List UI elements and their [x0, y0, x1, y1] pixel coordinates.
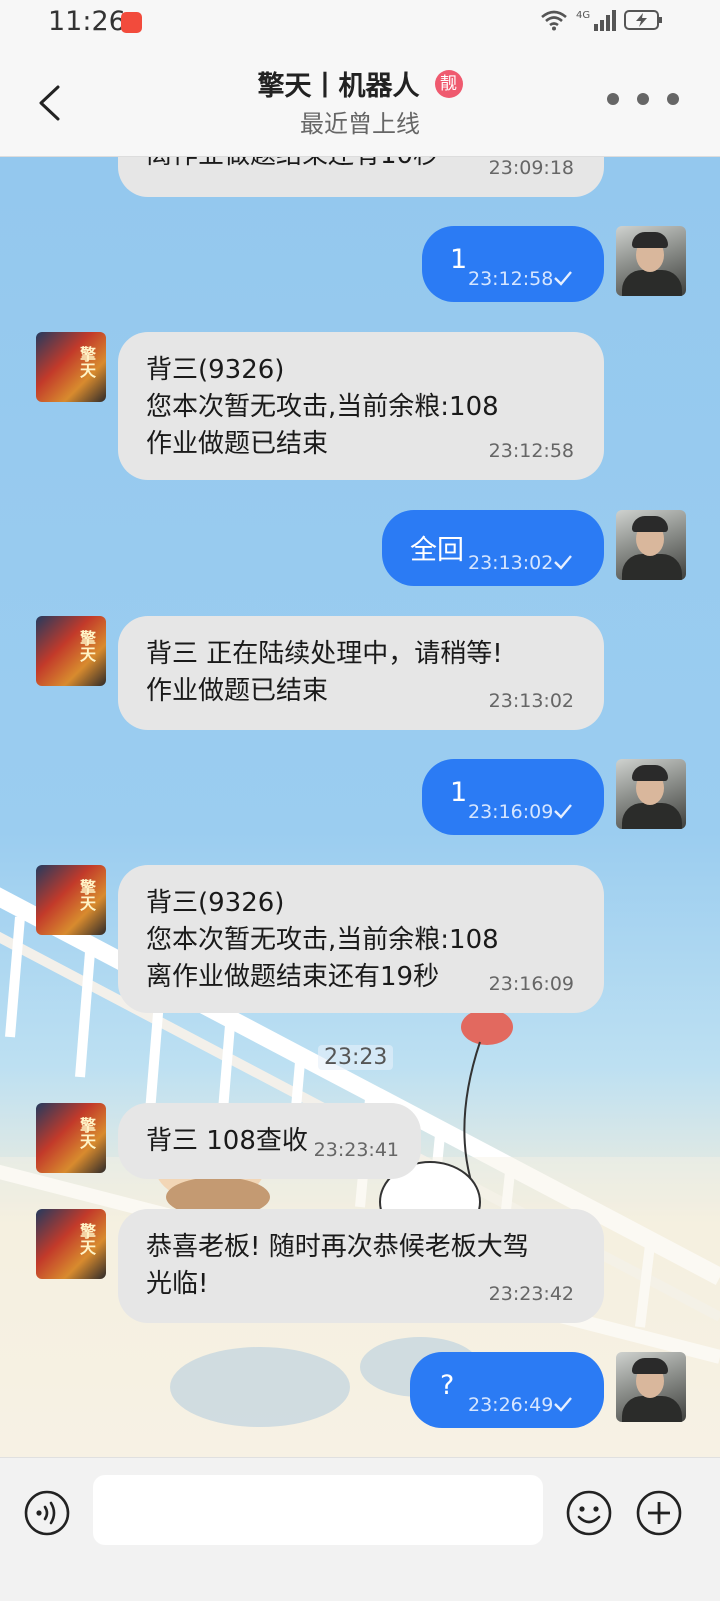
- incoming-message-bubble[interactable]: 恭喜老板! 随时再次恭候老板大驾 光临! 23:23:42: [118, 1209, 604, 1323]
- wifi-icon: [541, 10, 567, 31]
- chat-header: 擎天丨机器人 靓 最近曾上线: [0, 46, 720, 157]
- outgoing-message-bubble[interactable]: ? 23:26:49: [410, 1352, 604, 1428]
- outgoing-message-bubble[interactable]: 全回 23:13:02: [382, 510, 604, 586]
- check-icon: [554, 271, 572, 286]
- avatar-label: 擎天: [77, 346, 96, 378]
- avatar-label: 擎天: [77, 1117, 96, 1149]
- check-icon: [554, 555, 572, 570]
- message-time: 23:13:02: [468, 552, 554, 574]
- message-time: 23:12:58: [468, 268, 554, 290]
- bot-avatar[interactable]: 擎天: [36, 865, 106, 935]
- emoji-icon[interactable]: [566, 1490, 612, 1536]
- message-text: 背三 正在陆续处理中，请稍等!: [146, 639, 503, 669]
- user-avatar[interactable]: [616, 226, 686, 296]
- avatar-label: 擎天: [77, 879, 96, 911]
- message-time: 23:13:02: [488, 690, 574, 712]
- outgoing-message-bubble[interactable]: 1 23:12:58: [422, 226, 604, 302]
- incoming-message-bubble[interactable]: 背三 正在陆续处理中，请稍等! 作业做题已结束 23:13:02: [118, 616, 604, 730]
- avatar-label: 擎天: [77, 630, 96, 662]
- message-input[interactable]: [93, 1475, 543, 1545]
- time-divider: 23:23: [318, 1045, 394, 1070]
- incoming-message-bubble[interactable]: 背三(9326) 您本次暂无攻击,当前余粮:108 作业做题已结束 23:12:…: [118, 332, 604, 480]
- battery-charging-icon: [624, 10, 662, 30]
- message-text: 您本次暂无攻击,当前余粮:108: [146, 392, 499, 422]
- incoming-message-bubble[interactable]: 背三(9326) 您本次暂无攻击,当前余粮:108 离作业做题结束还有19秒 2…: [118, 865, 604, 1013]
- signal-icon: 4G: [576, 10, 616, 31]
- check-icon: [554, 1397, 572, 1412]
- pretty-number-badge-icon: 靓: [434, 69, 463, 98]
- message-time: 23:23:41: [313, 1139, 399, 1161]
- message-text: 1: [450, 777, 468, 808]
- message-text: 恭喜老板! 随时再次恭候老板大驾: [146, 1232, 529, 1262]
- chat-message-list[interactable]: 离作业做题结束还有10秒 23:09:18 1 23:12:58 擎天 背三(9…: [0, 157, 720, 1457]
- message-time: 23:23:42: [488, 1283, 574, 1305]
- incoming-message-bubble[interactable]: 背三 108查收 23:23:41: [118, 1103, 421, 1179]
- chat-title: 擎天丨机器人: [257, 71, 420, 102]
- incoming-message-bubble[interactable]: 离作业做题结束还有10秒 23:09:18: [118, 157, 604, 197]
- status-time: 11:26: [48, 6, 126, 37]
- message-time: 23:09:18: [488, 157, 574, 179]
- notification-app-icon: [121, 12, 142, 33]
- message-text: 全回: [410, 535, 464, 566]
- more-dots-icon[interactable]: [606, 92, 680, 106]
- status-indicators: 4G: [540, 8, 664, 32]
- bot-avatar[interactable]: 擎天: [36, 332, 106, 402]
- message-text: 背三(9326): [146, 355, 285, 385]
- message-text: 背三(9326): [146, 888, 285, 918]
- message-input-bar: [0, 1457, 720, 1601]
- bot-avatar[interactable]: 擎天: [36, 1103, 106, 1173]
- check-icon: [554, 804, 572, 819]
- message-time: 23:12:58: [488, 440, 574, 462]
- plus-icon[interactable]: [636, 1490, 682, 1536]
- avatar-label: 擎天: [77, 1223, 96, 1255]
- message-time: 23:26:49: [468, 1394, 554, 1416]
- bot-avatar[interactable]: 擎天: [36, 1209, 106, 1279]
- message-text: 1: [450, 244, 468, 275]
- outgoing-message-bubble[interactable]: 1 23:16:09: [422, 759, 604, 835]
- online-status: 最近曾上线: [300, 110, 420, 138]
- user-avatar[interactable]: [616, 1352, 686, 1422]
- bot-avatar[interactable]: 擎天: [36, 616, 106, 686]
- message-text: 您本次暂无攻击,当前余粮:108: [146, 925, 499, 955]
- network-type: 4G: [576, 10, 590, 21]
- message-text: ?: [440, 1370, 455, 1401]
- user-avatar[interactable]: [616, 510, 686, 580]
- voice-icon[interactable]: [24, 1490, 70, 1536]
- message-time: 23:16:09: [488, 973, 574, 995]
- message-time: 23:16:09: [468, 801, 554, 823]
- user-avatar[interactable]: [616, 759, 686, 829]
- status-bar: 11:26 4G: [0, 0, 720, 46]
